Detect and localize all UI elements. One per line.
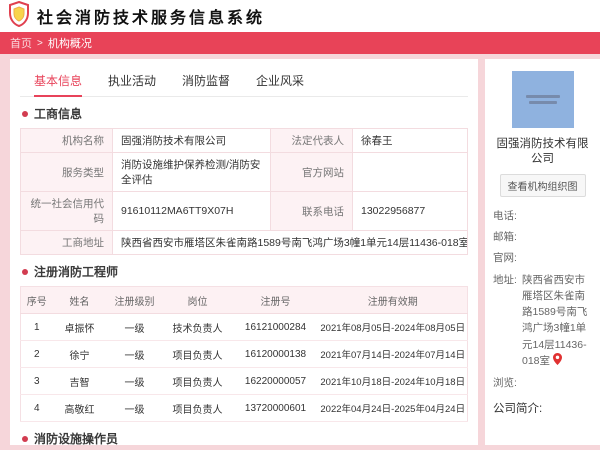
bullet-dot-icon bbox=[22, 110, 28, 117]
cell-validity: 2021年07月14日-2024年07月14日 bbox=[318, 340, 468, 368]
business-info-table: 机构名称 固强消防技术有限公司 法定代表人 徐春王 服务类型 消防设施维护保养检… bbox=[20, 128, 468, 255]
tab-fire-supervision[interactable]: 消防监督 bbox=[182, 72, 230, 96]
col-validity: 注册有效期 bbox=[318, 286, 468, 314]
cell-name: 高敬红 bbox=[52, 394, 107, 422]
main-panel: 基本信息 执业活动 消防监督 企业风采 工商信息 机构名称 固强消防技术有限公司… bbox=[10, 59, 478, 445]
table-row: 3 吉智 一级 项目负责人 16220000057 2021年10月18日-20… bbox=[20, 367, 468, 395]
col-no: 序号 bbox=[20, 286, 53, 314]
cell-level: 一级 bbox=[106, 367, 163, 395]
logo-placeholder-text-line bbox=[528, 101, 557, 104]
legal-rep-value: 徐春王 bbox=[352, 128, 468, 153]
cell-name: 徐宁 bbox=[52, 340, 107, 368]
cell-validity: 2022年04月24日-2025年04月24日 bbox=[318, 394, 468, 422]
sidebar-phone-row: 电话: bbox=[493, 208, 592, 224]
sidebar-views-row: 浏览: bbox=[493, 375, 592, 391]
cell-position: 项目负责人 bbox=[162, 367, 233, 395]
sidebar-company-name: 固强消防技术有限公司 bbox=[496, 138, 589, 165]
view-org-chart-button[interactable]: 查看机构组织图 bbox=[499, 173, 586, 197]
tab-bar: 基本信息 执业活动 消防监督 企业风采 bbox=[20, 65, 468, 97]
section-engineers-title: 注册消防工程师 bbox=[34, 265, 119, 279]
col-position: 岗位 bbox=[162, 286, 233, 314]
cell-no: 3 bbox=[20, 367, 53, 395]
views-value bbox=[522, 375, 592, 391]
cell-reg-no: 16120000138 bbox=[232, 340, 319, 368]
address-label: 地址: bbox=[493, 273, 517, 286]
page-title: 社会消防技术服务信息系统 bbox=[37, 10, 266, 27]
website-value bbox=[522, 250, 592, 266]
service-type-value: 消防设施维护保养检测/消防安全评估 bbox=[112, 152, 271, 192]
cell-no: 4 bbox=[20, 394, 53, 422]
table-row: 1 卓振怀 一级 技术负责人 16121000284 2021年08月05日-2… bbox=[20, 313, 468, 341]
sidebar-email-row: 邮箱: bbox=[493, 229, 592, 245]
credit-code-value: 91610112MA6TT9X07H bbox=[112, 191, 271, 231]
legal-rep-label: 法定代表人 bbox=[270, 128, 353, 153]
cell-level: 一级 bbox=[106, 394, 163, 422]
cell-reg-no: 16121000284 bbox=[232, 313, 319, 341]
bullet-dot-icon bbox=[22, 435, 28, 442]
engineers-table: 序号 姓名 注册级别 岗位 注册号 注册有效期 1 卓振怀 一级 技术负责人 1… bbox=[20, 286, 468, 422]
sidebar-website-row: 官网: bbox=[493, 250, 592, 266]
section-engineers: 注册消防工程师 bbox=[22, 263, 468, 280]
section-business-info-title: 工商信息 bbox=[34, 107, 83, 121]
shield-logo-icon bbox=[8, 0, 30, 32]
cell-level: 一级 bbox=[106, 340, 163, 368]
website-label: 官网: bbox=[493, 252, 517, 265]
company-sidebar: 固强消防技术有限公司 查看机构组织图 电话: 邮箱: 官网: 地址: 陕西省西安… bbox=[485, 59, 600, 445]
section-operators-title: 消防设施操作员 bbox=[34, 432, 119, 445]
logo-placeholder-text-line bbox=[525, 95, 560, 98]
cell-name: 卓振怀 bbox=[52, 313, 107, 341]
credit-code-label: 统一社会信用代码 bbox=[20, 191, 113, 231]
service-type-label: 服务类型 bbox=[20, 152, 113, 192]
cell-reg-no: 13720000601 bbox=[232, 394, 319, 422]
cell-validity: 2021年08月05日-2024年08月05日 bbox=[318, 313, 468, 341]
address-value: 陕西省西安市雁塔区朱雀南路1589号南飞鸿广场3幢1单元14层11436-018… bbox=[112, 230, 468, 255]
breadcrumb-current: 机构概况 bbox=[47, 38, 92, 50]
location-pin-icon[interactable] bbox=[553, 353, 563, 368]
col-reg-no: 注册号 bbox=[232, 286, 319, 314]
tab-practice-activity[interactable]: 执业活动 bbox=[108, 72, 156, 96]
cell-no: 1 bbox=[20, 313, 53, 341]
app-header: 社会消防技术服务信息系统 bbox=[0, 0, 600, 32]
cell-name: 吉智 bbox=[52, 367, 107, 395]
content-area: 基本信息 执业活动 消防监督 企业风采 工商信息 机构名称 固强消防技术有限公司… bbox=[0, 54, 600, 445]
cell-validity: 2021年10月18日-2024年10月18日 bbox=[318, 367, 468, 395]
email-label: 邮箱: bbox=[493, 231, 517, 244]
breadcrumb: 首页 > 机构概况 bbox=[0, 32, 600, 54]
company-logo-placeholder bbox=[511, 71, 574, 128]
table-row: 2 徐宁 一级 项目负责人 16120000138 2021年07月14日-20… bbox=[20, 340, 468, 368]
website-value bbox=[352, 152, 468, 192]
phone-value bbox=[522, 208, 592, 224]
org-name-value: 固强消防技术有限公司 bbox=[112, 128, 271, 153]
breadcrumb-home-link[interactable]: 首页 bbox=[10, 35, 32, 51]
breadcrumb-separator: > bbox=[37, 37, 43, 49]
cell-no: 2 bbox=[20, 340, 53, 368]
cell-reg-no: 16220000057 bbox=[232, 367, 319, 395]
section-business-info: 工商信息 bbox=[22, 105, 468, 122]
email-value bbox=[522, 229, 592, 245]
company-profile-label: 公司简介: bbox=[493, 402, 543, 415]
cell-position: 技术负责人 bbox=[162, 313, 233, 341]
cell-level: 一级 bbox=[106, 313, 163, 341]
address-label: 工商地址 bbox=[20, 230, 113, 255]
address-text: 陕西省西安市雁塔区朱雀南路1589号南飞鸿广场3幢1单元14层11436-018… bbox=[121, 237, 468, 249]
col-name: 姓名 bbox=[52, 286, 107, 314]
section-operators: 消防设施操作员 bbox=[22, 430, 468, 445]
bullet-dot-icon bbox=[22, 268, 28, 275]
org-name-label: 机构名称 bbox=[20, 128, 113, 153]
phone-label: 联系电话 bbox=[270, 191, 353, 231]
tab-company-gallery[interactable]: 企业风采 bbox=[256, 72, 304, 96]
cell-position: 项目负责人 bbox=[162, 394, 233, 422]
phone-value: 13022956877 bbox=[352, 191, 468, 231]
cell-position: 项目负责人 bbox=[162, 340, 233, 368]
table-header-row: 序号 姓名 注册级别 岗位 注册号 注册有效期 bbox=[20, 286, 468, 314]
tab-basic-info[interactable]: 基本信息 bbox=[34, 72, 83, 97]
table-row: 4 高敬红 一级 项目负责人 13720000601 2022年04月24日-2… bbox=[20, 394, 468, 422]
address-value: 陕西省西安市雁塔区朱雀南路1589号南飞鸿广场3幢1单元14层11436-018… bbox=[522, 272, 592, 371]
col-level: 注册级别 bbox=[106, 286, 163, 314]
views-label: 浏览: bbox=[493, 377, 517, 390]
phone-label: 电话: bbox=[493, 209, 517, 222]
website-label: 官方网站 bbox=[270, 152, 353, 192]
sidebar-address-row: 地址: 陕西省西安市雁塔区朱雀南路1589号南飞鸿广场3幢1单元14层11436… bbox=[493, 272, 592, 371]
